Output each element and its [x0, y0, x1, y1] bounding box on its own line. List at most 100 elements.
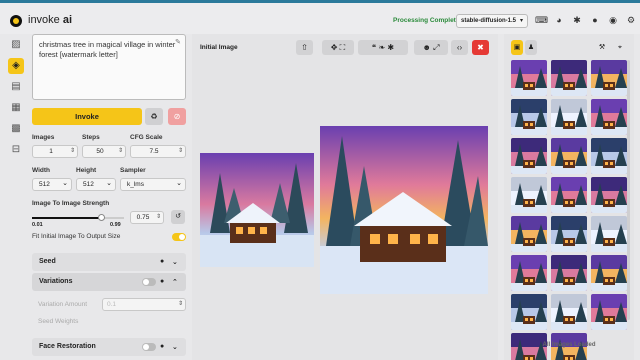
cancel-button[interactable]: ⊘ — [168, 108, 186, 125]
discord-icon[interactable]: ◉ — [607, 14, 619, 26]
steps-input[interactable]: 50 — [82, 145, 126, 158]
gallery-footer: All Images Loaded — [542, 342, 596, 348]
cfg-label: CFG Scale — [130, 134, 163, 141]
gallery-thumbnail[interactable] — [551, 60, 587, 96]
initial-image — [200, 153, 314, 267]
variations-title: Variations — [39, 278, 73, 285]
settings-icon[interactable]: ⚙ — [625, 14, 637, 26]
variation-amount-input[interactable]: 0.1 — [102, 298, 186, 311]
pin-gallery-icon[interactable]: ⌖ — [614, 40, 626, 55]
github-icon[interactable]: ● — [589, 14, 601, 26]
gallery-thumbnail[interactable] — [551, 294, 587, 330]
reset-strength-button[interactable]: ↺ — [171, 210, 185, 224]
canvas-area: Initial Image ⇧ ✥ ⛶ ❝ ❧ ✱ ☻ ⤢ ‹› ✖ — [192, 34, 498, 360]
help-icon[interactable]: ● — [160, 258, 164, 265]
gallery-thumbnail[interactable] — [591, 177, 627, 213]
variations-toggle[interactable] — [142, 278, 156, 286]
gallery-thumbnail[interactable] — [511, 177, 547, 213]
result-image — [320, 126, 488, 294]
gallery-thumbnail[interactable] — [591, 294, 627, 330]
sampler-label: Sampler — [120, 167, 146, 174]
seed-icon[interactable]: ❧ — [378, 43, 385, 52]
help-icon[interactable]: ● — [160, 343, 164, 350]
pin-icon[interactable]: ✎ — [175, 38, 181, 48]
palette-icon[interactable]: ◕ — [553, 14, 565, 26]
asterisk-icon[interactable]: ✱ — [387, 43, 394, 52]
face-restoration-toggle[interactable] — [142, 343, 156, 351]
mode-rail: ▨ ◈ ▤ ▦ ▩ ⊟ — [6, 34, 26, 163]
model-select[interactable]: stable-diffusion-1.5 — [456, 14, 528, 28]
images-label: Images — [32, 134, 55, 141]
reset-icon: ↺ — [175, 213, 181, 220]
images-tab-icon[interactable]: ▣ — [511, 40, 523, 55]
delete-icon[interactable]: ✖ — [472, 40, 489, 55]
gallery-thumbnail[interactable] — [511, 216, 547, 252]
gallery-thumbnail[interactable] — [511, 294, 547, 330]
gallery-thumbnail[interactable] — [511, 138, 547, 174]
gallery-panel: ▣ ♟ ⚒ ⌖ All Images Loaded — [504, 34, 634, 360]
images-input[interactable]: 1 — [32, 145, 78, 158]
strength-max: 0.99 — [110, 222, 121, 228]
gallery-thumbnail[interactable] — [551, 216, 587, 252]
invoke-button[interactable]: Invoke — [32, 108, 142, 125]
bug-icon[interactable]: ✱ — [571, 14, 583, 26]
status-text: Processing Complete — [393, 17, 460, 24]
canvas-title: Initial Image — [200, 44, 238, 51]
keyboard-icon[interactable]: ⌨ — [535, 14, 548, 26]
seed-weights-label: Seed Weights — [38, 318, 79, 325]
code-icon[interactable]: ‹› — [451, 40, 468, 55]
gallery-thumbnail[interactable] — [511, 60, 547, 96]
logo-icon — [10, 15, 22, 27]
face-restoration-section[interactable]: Face Restoration ● ⌄ — [32, 338, 186, 356]
arrows-icon[interactable]: ✥ — [331, 43, 338, 52]
expand-icon[interactable]: ⛶ — [340, 43, 346, 52]
wrench-icon[interactable]: ⚒ — [596, 40, 608, 55]
chevron-down-icon: ⌄ — [172, 344, 178, 351]
loopback-button[interactable]: ♻ — [145, 108, 163, 125]
gallery-thumbnail[interactable] — [591, 255, 627, 291]
fit-toggle[interactable] — [172, 233, 186, 241]
seed-section[interactable]: Seed ● ⌄ — [32, 253, 186, 271]
image-to-image-icon[interactable]: ◈ — [8, 58, 24, 74]
gallery-thumbnail[interactable] — [551, 138, 587, 174]
strength-slider-fill — [32, 217, 101, 219]
variations-section[interactable]: Variations ● ⌃ — [32, 273, 186, 291]
variation-amount-label: Variation Amount — [38, 301, 88, 308]
upload-icon[interactable]: ⇧ — [296, 40, 313, 55]
height-select[interactable]: 512 — [76, 178, 116, 191]
gallery-thumbnail[interactable] — [591, 99, 627, 135]
face-restoration-title: Face Restoration — [39, 343, 96, 350]
gallery-scrollbar[interactable] — [627, 60, 630, 320]
top-bar: invoke ai Processing Complete stable-dif… — [0, 0, 640, 34]
help-icon[interactable]: ● — [160, 278, 164, 285]
app-title: invoke ai — [28, 14, 73, 26]
strength-slider-handle[interactable] — [98, 214, 105, 221]
face-icon[interactable]: ☻ — [422, 43, 430, 52]
width-select[interactable]: 512 — [32, 178, 72, 191]
gallery-thumbnail[interactable] — [551, 177, 587, 213]
gallery-mode-icon[interactable]: ▩ — [8, 121, 24, 137]
inpainting-icon[interactable]: ▤ — [8, 79, 24, 95]
gallery-thumbnail[interactable] — [551, 255, 587, 291]
gallery-thumbnail[interactable] — [591, 60, 627, 96]
gallery-thumbnail[interactable] — [551, 99, 587, 135]
outpainting-icon[interactable]: ▦ — [8, 100, 24, 116]
gallery-thumbnail[interactable] — [591, 138, 627, 174]
text-to-image-icon[interactable]: ▨ — [8, 37, 24, 53]
strength-input[interactable]: 0.75 — [130, 211, 164, 224]
user-tab-icon[interactable]: ♟ — [525, 40, 537, 55]
prompt-input[interactable]: christmas tree in magical village in win… — [32, 34, 186, 100]
gallery-thumbnail[interactable] — [591, 216, 627, 252]
chevron-up-icon: ⌃ — [172, 279, 178, 286]
recycle-icon: ♻ — [150, 112, 158, 121]
seed-title: Seed — [39, 258, 56, 265]
cfg-input[interactable]: 7.5 — [130, 145, 186, 158]
gallery-thumbnail[interactable] — [511, 255, 547, 291]
quote-icon[interactable]: ❝ — [372, 43, 376, 52]
strength-slider[interactable] — [32, 214, 124, 221]
sampler-select[interactable]: k_lms — [120, 178, 186, 191]
steps-label: Steps — [82, 134, 100, 141]
nodes-icon[interactable]: ⊟ — [8, 142, 24, 158]
gallery-thumbnail[interactable] — [511, 99, 547, 135]
upscale-icon[interactable]: ⤢ — [433, 43, 439, 52]
